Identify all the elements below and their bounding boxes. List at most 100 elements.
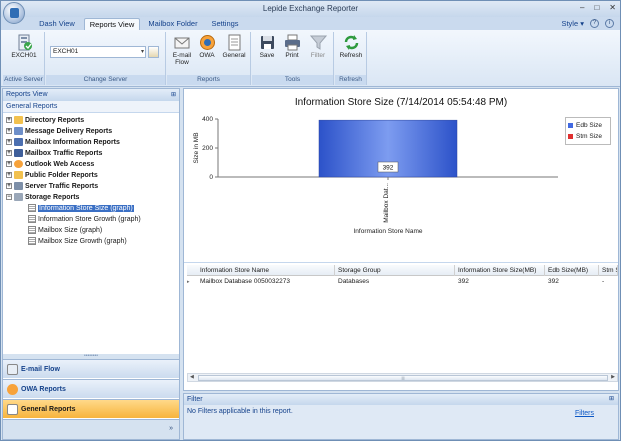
title-bar: Lepide Exchange Reporter – □ ✕ [1, 1, 620, 17]
expand-icon[interactable]: + [6, 128, 12, 135]
pin-icon[interactable]: ⊞ [171, 89, 176, 101]
group-refresh: Refresh Refresh [335, 32, 367, 85]
tree-item-mailbox-information[interactable]: + Mailbox Information Reports [6, 138, 120, 148]
expand-icon[interactable]: + [6, 139, 12, 146]
tree-item-mailbox-size[interactable]: Mailbox Size (graph) [28, 226, 102, 236]
cell-store-name: Mailbox Database 0050032273 [200, 278, 290, 285]
y-axis-label: Size in MB [193, 132, 200, 163]
nav-overflow[interactable]: » [3, 419, 179, 439]
window-title: Lepide Exchange Reporter [262, 4, 359, 13]
group-label-refresh: Refresh [335, 75, 366, 85]
graph-report-icon [28, 237, 36, 246]
tab-mailbox-folder[interactable]: Mailbox Folder [143, 18, 203, 30]
column-header-stm-size[interactable]: Stm Siz [599, 265, 618, 276]
close-button[interactable]: ✕ [609, 3, 616, 12]
cell-storage-group: Databases [338, 278, 370, 285]
server-icon [18, 34, 32, 51]
expand-icon[interactable]: + [6, 161, 12, 168]
tree-item-mailbox-traffic[interactable]: + Mailbox Traffic Reports [6, 149, 102, 159]
nav-general-reports[interactable]: General Reports [3, 399, 179, 418]
folder-icon [14, 171, 23, 180]
graph-report-icon [28, 215, 36, 224]
general-reports-button[interactable]: General [220, 34, 248, 59]
tab-dash-view[interactable]: Dash View [31, 18, 83, 30]
table-header: Information Store Name Storage Group Inf… [187, 265, 618, 276]
save-button[interactable]: Save [255, 34, 279, 59]
tree-item-storage-reports[interactable]: − Storage Reports [6, 193, 79, 203]
nav-owa-reports[interactable]: OWA Reports [3, 379, 179, 398]
reports-tree: + Directory Reports + Message Delivery Rep… [3, 114, 179, 354]
traffic-icon [14, 149, 23, 158]
tree-item-info-store-growth[interactable]: Information Store Growth (graph) [28, 215, 141, 225]
owa-icon [199, 35, 215, 50]
report-table: Information Store Name Storage Group Inf… [184, 262, 618, 390]
tree-item-public-folder[interactable]: + Public Folder Reports [6, 171, 98, 181]
cell-stm-size: - [602, 278, 605, 285]
minimize-button[interactable]: – [580, 3, 584, 12]
owa-icon [14, 160, 23, 169]
horizontal-scrollbar[interactable]: ◀ ||| ▶ [187, 373, 618, 382]
tab-reports-view[interactable]: Reports View [84, 18, 140, 30]
connect-server-button[interactable] [148, 46, 159, 58]
x-tick-label: Mailbox Dat... [383, 183, 390, 223]
maximize-button[interactable]: □ [594, 3, 599, 12]
graph-report-icon [28, 204, 36, 213]
mailbox-icon [14, 138, 23, 147]
tab-settings[interactable]: Settings [205, 18, 245, 30]
tree-item-info-store-size[interactable]: Information Store Size (graph) [28, 204, 134, 214]
floppy-disk-icon [260, 36, 274, 49]
tree-item-outlook-web-access[interactable]: + Outlook Web Access [6, 160, 94, 170]
window-controls: – □ ✕ [580, 3, 616, 12]
column-header-store-name[interactable]: Information Store Name [197, 265, 335, 276]
expand-icon[interactable]: + [6, 150, 12, 157]
funnel-icon [309, 35, 327, 50]
pin-icon[interactable]: ⊞ [609, 394, 614, 405]
x-axis-label: Information Store Name [353, 228, 422, 235]
report-content: Information Store Size (7/14/2014 05:54:… [183, 88, 619, 391]
scroll-thumb[interactable]: ||| [198, 375, 608, 381]
table-row[interactable]: ▸ Mailbox Database 0050032273 Databases … [187, 277, 618, 287]
owa-button[interactable]: OWA [195, 34, 219, 59]
server-combo[interactable]: EXCH01 ▾ [50, 46, 146, 58]
group-label-active-server: Active Server [3, 75, 44, 85]
expand-icon[interactable]: + [6, 183, 12, 190]
legend-item-stm: Stm Size [568, 131, 608, 142]
tree-item-message-delivery[interactable]: + Message Delivery Reports [6, 127, 112, 137]
filter-button[interactable]: Filter [305, 34, 331, 59]
style-dropdown[interactable]: Style ▾ [561, 18, 584, 30]
expand-icon[interactable]: + [6, 117, 12, 124]
collapse-icon[interactable]: − [6, 194, 12, 201]
y-tick-label: 0 [209, 174, 213, 181]
scroll-left-icon[interactable]: ◀ [190, 374, 194, 381]
panel-header: Reports View ⊞ [3, 89, 179, 101]
print-button[interactable]: Print [280, 34, 304, 59]
active-server-button[interactable]: EXCH01 [7, 34, 41, 59]
tree-item-directory-reports[interactable]: + Directory Reports [6, 116, 84, 126]
filters-link[interactable]: Filters [575, 410, 594, 417]
chevron-down-icon: ▾ [140, 49, 144, 55]
expand-icon[interactable]: + [6, 172, 12, 179]
refresh-button[interactable]: Refresh [337, 34, 365, 59]
help-icon[interactable]: ? [590, 19, 599, 28]
column-header-storage-group[interactable]: Storage Group [335, 265, 455, 276]
app-menu-orb-icon[interactable] [3, 2, 25, 24]
app-window: Lepide Exchange Reporter – □ ✕ Dash View… [0, 0, 621, 441]
ribbon: EXCH01 Active Server EXCH01 ▾ Change Ser… [1, 30, 620, 87]
column-header-edb-size[interactable]: Edb Size(MB) [545, 265, 599, 276]
email-flow-button[interactable]: E-mail Flow [170, 34, 194, 66]
bar-chart: 0 200 400 Size in MB 392 Mailbox Dat... Inform… [193, 116, 558, 235]
server-icon [14, 182, 23, 191]
tree-item-server-traffic[interactable]: + Server Traffic Reports [6, 182, 98, 192]
cell-store-size: 392 [458, 278, 469, 285]
column-header-store-size[interactable]: Information Store Size(MB) [455, 265, 545, 276]
filter-panel: Filter ⊞ No Filters applicable in this r… [183, 393, 619, 440]
nav-email-flow[interactable]: E-mail Flow [3, 359, 179, 378]
refresh-icon [344, 35, 358, 50]
folder-icon [14, 116, 23, 125]
tree-item-mailbox-size-growth[interactable]: Mailbox Size Growth (graph) [28, 237, 127, 247]
scroll-right-icon[interactable]: ▶ [611, 374, 615, 381]
reports-view-panel: Reports View ⊞ General Reports + Director… [2, 88, 180, 440]
group-label-tools: Tools [252, 75, 333, 85]
printer-icon [284, 34, 300, 51]
info-icon[interactable]: i [605, 19, 614, 28]
